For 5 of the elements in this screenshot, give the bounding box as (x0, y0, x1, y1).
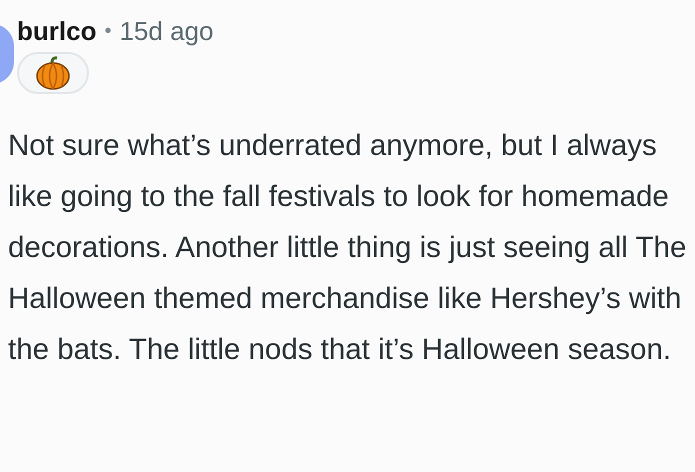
comment-body: Not sure what’s underrated anymore, but I always like going to the fall festivals to look for homemade decorations. Another little thing is just seeing all The Halloween themed merchandise like Hershey’s with the bats. The little nods that it’s Halloween season. (8, 128, 688, 368)
pumpkin-icon (35, 56, 71, 90)
separator-dot: • (104, 19, 112, 44)
timestamp: 15d ago (119, 15, 214, 48)
username[interactable]: burlco (17, 14, 96, 48)
